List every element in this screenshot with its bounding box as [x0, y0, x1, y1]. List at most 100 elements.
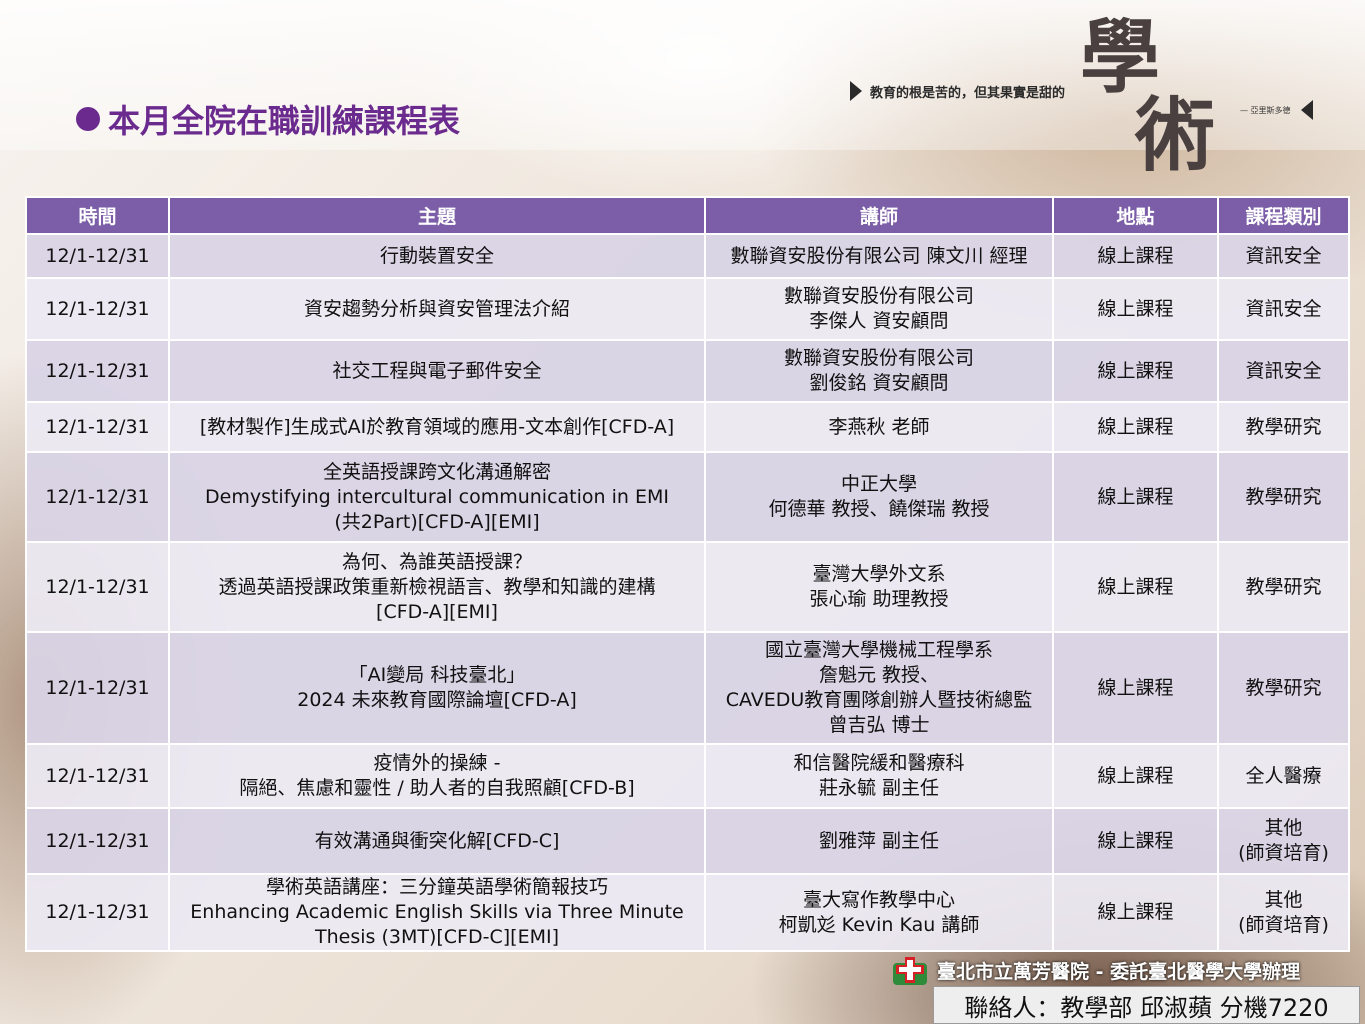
- cell-category-line: 資訊安全: [1245, 244, 1322, 267]
- cell-location: 線上課程: [1052, 233, 1219, 279]
- cell-lecturer-line: 何德華 教授、饒傑瑞 教授: [768, 498, 990, 520]
- cell-location: 線上課程: [1052, 401, 1219, 453]
- table-row: 12/1-12/31 行動裝置安全 數聯資安股份有限公司 陳文川 經理 線上課程 資訊安…: [25, 233, 1350, 279]
- page-title: 本月全院在職訓練課程表: [76, 96, 460, 142]
- column-header-time: 時間: [25, 196, 170, 235]
- cell-lecturer-line: 數聯資安股份有限公司: [783, 347, 974, 369]
- triangle-left-icon: [1300, 100, 1313, 120]
- table-row: 12/1-12/31 疫情外的操練 - 隔絕、焦慮和靈性 / 助人者的自我照顧[CF…: [25, 743, 1350, 809]
- table-row: 12/1-12/31 為何、為誰英語授課？ 透過英語授課政策重新檢視語言、教學和知識…: [25, 541, 1350, 633]
- cell-topic-line: 2024 未來教育國際論壇[CFD-A]: [297, 689, 577, 711]
- cell-category-line: 教學研究: [1245, 575, 1322, 598]
- cell-topic-line: 隔絕、焦慮和靈性 / 助人者的自我照顧[CFD-B]: [239, 777, 635, 799]
- cell-topic: 為何、為誰英語授課？ 透過英語授課政策重新檢視語言、教學和知識的建構 [CFD-A]…: [168, 541, 706, 633]
- cell-lecturer-line: 臺灣大學外文系: [812, 563, 946, 585]
- cell-time: 12/1-12/31: [25, 631, 170, 745]
- cell-topic-line: 為何、為誰英語授課？: [341, 550, 532, 573]
- cell-lecturer: 中正大學 何德華 教授、饒傑瑞 教授: [704, 451, 1054, 543]
- cell-category: 教學研究: [1217, 541, 1350, 633]
- cell-topic-line: 學術英語講座：三分鐘英語學術簡報技巧: [265, 876, 608, 898]
- cell-category-line: 教學研究: [1245, 485, 1322, 508]
- cell-topic-line: [教材製作]生成式AI於教育領域的應用-文本創作[CFD-A]: [199, 415, 675, 438]
- cell-lecturer-line: 劉俊銘 資安顧問: [809, 372, 949, 394]
- cell-location: 線上課程: [1052, 631, 1219, 745]
- cell-lecturer-line: 柯凱彣 Kevin Kau 講師: [778, 913, 980, 936]
- cell-location: 線上課程: [1052, 873, 1219, 952]
- cell-topic-line: 「AI變局 科技臺北」: [348, 664, 526, 686]
- cell-category: 教學研究: [1217, 631, 1350, 745]
- cell-lecturer: 數聯資安股份有限公司 李傑人 資安顧問: [704, 277, 1054, 341]
- cell-lecturer: 臺灣大學外文系 張心瑜 助理教授: [704, 541, 1054, 633]
- cell-lecturer: 國立臺灣大學機械工程學系 詹魁元 教授、 CAVEDU教育團隊創辦人暨技術總監 曾吉弘…: [704, 631, 1054, 745]
- table-row: 12/1-12/31 全英語授課跨文化溝通解密 Demystifying inter…: [25, 451, 1350, 543]
- cell-category-line: 教學研究: [1245, 676, 1322, 699]
- cell-category-line: 資訊安全: [1245, 359, 1322, 382]
- cell-time: 12/1-12/31: [25, 401, 170, 453]
- column-header-category: 課程類別: [1217, 196, 1350, 235]
- cell-category: 資訊安全: [1217, 233, 1350, 279]
- cell-lecturer: 李燕秋 老師: [704, 401, 1054, 453]
- cell-lecturer: 數聯資安股份有限公司 陳文川 經理: [704, 233, 1054, 279]
- cell-topic: 社交工程與電子郵件安全: [168, 339, 706, 403]
- cell-time: 12/1-12/31: [25, 873, 170, 952]
- cell-time: 12/1-12/31: [25, 277, 170, 341]
- cell-category: 教學研究: [1217, 451, 1350, 543]
- cell-topic-line: Thesis (3MT)[CFD-C][EMI]: [315, 926, 559, 948]
- cell-topic-line: 資安趨勢分析與資安管理法介紹: [303, 297, 570, 320]
- cell-topic: 行動裝置安全: [168, 233, 706, 279]
- table-row: 12/1-12/31 資安趨勢分析與資安管理法介紹 數聯資安股份有限公司 李傑人 資安…: [25, 277, 1350, 341]
- cell-time: 12/1-12/31: [25, 541, 170, 633]
- cell-lecturer-line: 劉雅萍 副主任: [818, 829, 940, 852]
- logo-char-2: 術: [1135, 88, 1215, 182]
- column-header-lecturer: 講師: [704, 196, 1054, 235]
- cell-lecturer: 臺大寫作教學中心 柯凱彣 Kevin Kau 講師: [704, 873, 1054, 952]
- cell-time: 12/1-12/31: [25, 807, 170, 875]
- attribution-text: — 亞里斯多德: [1240, 105, 1291, 115]
- cell-location: 線上課程: [1052, 451, 1219, 543]
- cell-lecturer-line: 國立臺灣大學機械工程學系: [764, 639, 993, 661]
- hospital-cross-icon: [893, 955, 927, 985]
- cell-topic: 疫情外的操練 - 隔絕、焦慮和靈性 / 助人者的自我照顧[CFD-B]: [168, 743, 706, 809]
- cell-lecturer-line: 張心瑜 助理教授: [809, 588, 949, 610]
- cell-topic-line: 行動裝置安全: [379, 244, 494, 267]
- cell-location: 線上課程: [1052, 541, 1219, 633]
- cell-topic-line: 透過英語授課政策重新檢視語言、教學和知識的建構: [218, 575, 656, 598]
- cell-topic: 有效溝通與衝突化解[CFD-C]: [168, 807, 706, 875]
- cell-category-line: (師資培育): [1238, 913, 1329, 936]
- cell-lecturer: 和信醫院緩和醫療科 莊永毓 副主任: [704, 743, 1054, 809]
- cell-category-line: 其他: [1264, 817, 1303, 839]
- cell-lecturer-line: 數聯資安股份有限公司: [783, 285, 974, 307]
- course-table: 時間 主題 講師 地點 課程類別 12/1-12/31 行動裝置安全 數聯資安股份有…: [25, 196, 1350, 952]
- cell-category: 資訊安全: [1217, 339, 1350, 403]
- slogan: 教育的根是苦的，但其果實是甜的: [850, 81, 1080, 101]
- cell-time: 12/1-12/31: [25, 743, 170, 809]
- cell-topic-line: [CFD-A][EMI]: [376, 600, 498, 623]
- cell-time: 12/1-12/31: [25, 451, 170, 543]
- table-row: 12/1-12/31 「AI變局 科技臺北」 2024 未來教育國際論壇[CFD-A…: [25, 631, 1350, 745]
- cell-topic-line: 全英語授課跨文化溝通解密: [322, 460, 551, 483]
- cell-topic-line: 疫情外的操練 -: [373, 752, 501, 774]
- cell-lecturer-line: 曾吉弘 博士: [828, 714, 930, 736]
- cell-topic-line: Demystifying intercultural communication…: [205, 485, 669, 508]
- cell-category: 其他 (師資培育): [1217, 873, 1350, 952]
- cell-category: 其他 (師資培育): [1217, 807, 1350, 875]
- table-row: 12/1-12/31 社交工程與電子郵件安全 數聯資安股份有限公司 劉俊銘 資安顧問線…: [25, 339, 1350, 403]
- cell-location: 線上課程: [1052, 339, 1219, 403]
- cell-topic-line: Enhancing Academic English Skills via Th…: [190, 901, 684, 923]
- cell-lecturer: 劉雅萍 副主任: [704, 807, 1054, 875]
- academic-logo: 學 術: [1080, 17, 1250, 182]
- triangle-right-icon: [850, 81, 862, 101]
- cell-topic: 全英語授課跨文化溝通解密 Demystifying intercultural c…: [168, 451, 706, 543]
- cell-category: 教學研究: [1217, 401, 1350, 453]
- cell-location: 線上課程: [1052, 807, 1219, 875]
- bullet-dot-icon: [76, 107, 100, 131]
- cell-lecturer-line: 臺大寫作教學中心: [802, 888, 955, 911]
- cell-category-line: 教學研究: [1245, 415, 1322, 438]
- column-header-location: 地點: [1052, 196, 1219, 235]
- table-header-row: 時間 主題 講師 地點 課程類別: [25, 196, 1350, 235]
- cell-category-line: 資訊安全: [1245, 297, 1322, 320]
- cell-topic: 學術英語講座：三分鐘英語學術簡報技巧 Enhancing Academic Eng…: [168, 873, 706, 952]
- cell-category-line: 其他: [1264, 888, 1303, 911]
- cell-category: 全人醫療: [1217, 743, 1350, 809]
- table-row: 12/1-12/31 [教材製作]生成式AI於教育領域的應用-文本創作[CFD-A…: [25, 401, 1350, 453]
